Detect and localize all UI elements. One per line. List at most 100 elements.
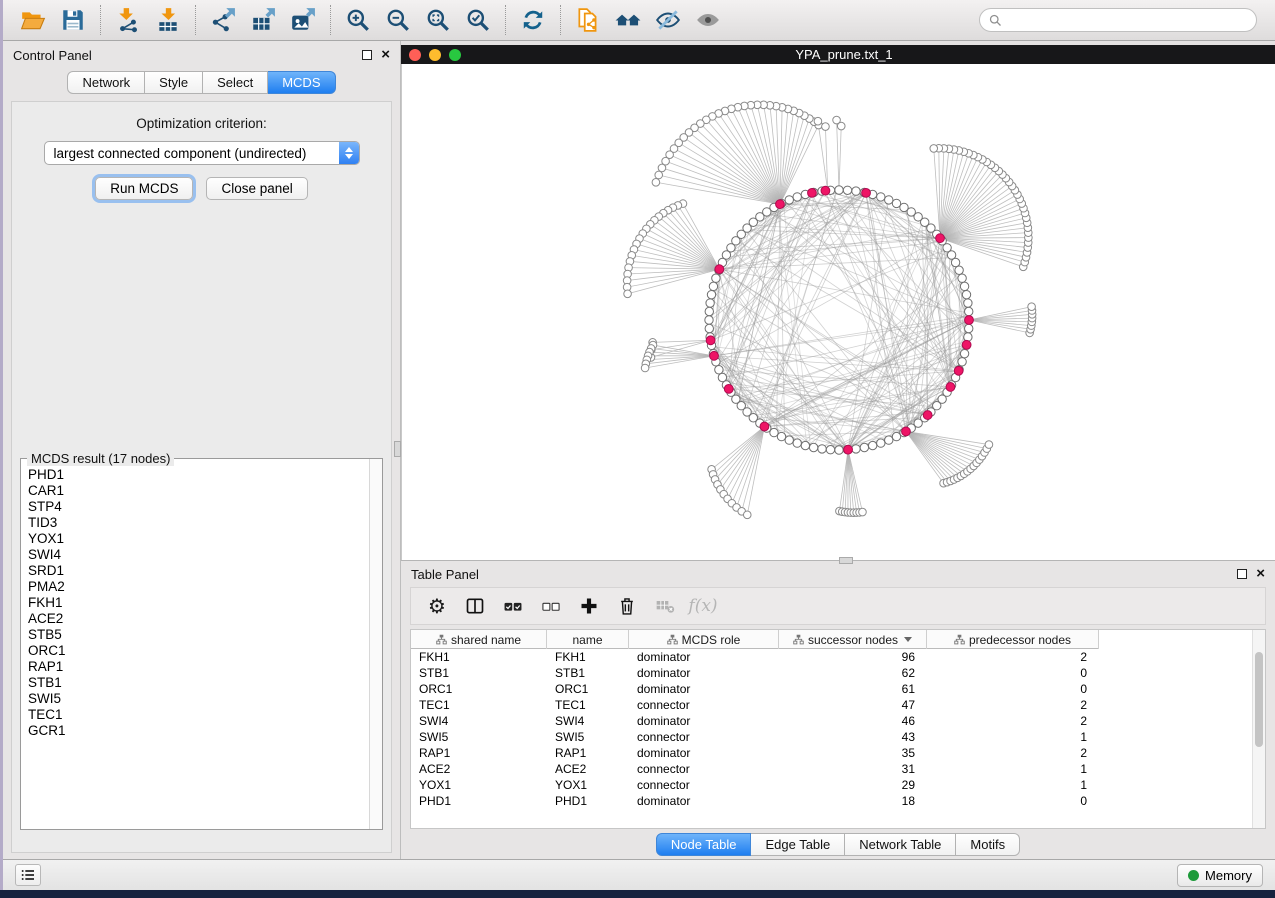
table-row[interactable]: ACE2ACE2connector311 xyxy=(411,761,1099,777)
hide-selected-button[interactable] xyxy=(648,3,688,37)
run-mcds-button[interactable]: Run MCDS xyxy=(95,177,193,200)
table-cell[interactable]: PHD1 xyxy=(547,794,629,808)
dominator-node[interactable] xyxy=(946,383,955,392)
ring-node[interactable] xyxy=(868,441,876,449)
memory-button[interactable]: Memory xyxy=(1177,864,1263,887)
table-cell[interactable]: connector xyxy=(629,730,779,744)
table-cell[interactable]: dominator xyxy=(629,682,779,696)
table-scrollbar-thumb[interactable] xyxy=(1255,652,1263,747)
table-cell[interactable]: dominator xyxy=(629,794,779,808)
network-window-titlebar[interactable]: YPA_prune.txt_1 xyxy=(401,45,1275,64)
table-row[interactable]: FKH1FKH1dominator962 xyxy=(411,649,1099,665)
table-settings-button[interactable]: ⚙ xyxy=(419,591,455,621)
mcds-result-item[interactable]: STB1 xyxy=(21,676,369,692)
column-header-successor-nodes[interactable]: successor nodes xyxy=(779,630,927,649)
table-cell[interactable]: 1 xyxy=(927,730,1099,744)
ring-node[interactable] xyxy=(835,446,843,454)
window-maximize-button[interactable] xyxy=(449,49,461,61)
ring-node[interactable] xyxy=(843,186,851,194)
ring-node[interactable] xyxy=(960,282,968,290)
search-input[interactable] xyxy=(1008,13,1248,28)
ring-node[interactable] xyxy=(707,290,715,298)
ring-node[interactable] xyxy=(958,274,966,282)
refresh-button[interactable] xyxy=(513,3,553,37)
table-cell[interactable]: connector xyxy=(629,762,779,776)
table-cell[interactable]: RAP1 xyxy=(547,746,629,760)
table-cell[interactable]: SWI4 xyxy=(411,714,547,728)
close-panel-button[interactable]: Close panel xyxy=(206,177,307,200)
dominator-node[interactable] xyxy=(724,384,733,393)
tab-network[interactable]: Network xyxy=(67,71,145,94)
mcds-result-item[interactable]: TID3 xyxy=(21,516,369,532)
ring-node[interactable] xyxy=(706,299,714,307)
dominator-node[interactable] xyxy=(706,336,715,345)
first-neighbors-button[interactable] xyxy=(608,3,648,37)
dominator-node[interactable] xyxy=(954,366,963,375)
dominator-node[interactable] xyxy=(844,445,853,454)
ring-node[interactable] xyxy=(885,196,893,204)
leaf-node[interactable] xyxy=(652,178,660,186)
leaf-node[interactable] xyxy=(814,117,822,125)
ring-node[interactable] xyxy=(960,349,968,357)
mcds-result-list[interactable]: PHD1CAR1STP4TID3YOX1SWI4SRD1PMA2FKH1ACE2… xyxy=(21,459,369,829)
ring-node[interactable] xyxy=(705,316,713,324)
ring-node[interactable] xyxy=(852,445,860,453)
table-cell[interactable]: 1 xyxy=(927,762,1099,776)
show-all-button[interactable] xyxy=(688,3,728,37)
float-panel-icon[interactable] xyxy=(362,50,372,60)
mcds-result-item[interactable]: ACE2 xyxy=(21,612,369,628)
table-cell[interactable]: connector xyxy=(629,698,779,712)
mcds-result-item[interactable]: STB5 xyxy=(21,628,369,644)
leaf-node[interactable] xyxy=(833,116,841,124)
ring-node[interactable] xyxy=(709,282,717,290)
dominator-node[interactable] xyxy=(760,422,769,431)
ring-node[interactable] xyxy=(793,193,801,201)
table-cell[interactable]: STB1 xyxy=(547,666,629,680)
open-session-button[interactable] xyxy=(13,3,53,37)
table-cell[interactable]: 0 xyxy=(927,682,1099,696)
column-header-predecessor-nodes[interactable]: predecessor nodes xyxy=(927,630,1099,649)
table-cell[interactable]: 0 xyxy=(927,794,1099,808)
window-close-button[interactable] xyxy=(409,49,421,61)
mcds-result-item[interactable]: SWI5 xyxy=(21,692,369,708)
dominator-node[interactable] xyxy=(715,265,724,274)
table-cell[interactable]: connector xyxy=(629,778,779,792)
ring-node[interactable] xyxy=(809,443,817,451)
ring-node[interactable] xyxy=(965,324,973,332)
zoom-in-button[interactable] xyxy=(338,3,378,37)
dominator-node[interactable] xyxy=(923,411,932,420)
leaf-node[interactable] xyxy=(743,511,751,519)
table-cell[interactable]: 1 xyxy=(927,778,1099,792)
leaf-node[interactable] xyxy=(624,290,632,298)
mcds-result-item[interactable]: PHD1 xyxy=(21,468,369,484)
delete-columns-button[interactable] xyxy=(609,591,645,621)
table-cell[interactable]: PHD1 xyxy=(411,794,547,808)
tab-style[interactable]: Style xyxy=(145,71,203,94)
create-column-button[interactable] xyxy=(571,591,607,621)
dominator-node[interactable] xyxy=(821,186,830,195)
dominator-node[interactable] xyxy=(965,316,974,325)
table-row[interactable]: PHD1PHD1dominator180 xyxy=(411,793,1099,809)
table-cell[interactable]: dominator xyxy=(629,650,779,664)
table-cell[interactable]: 2 xyxy=(927,698,1099,712)
leaf-node[interactable] xyxy=(658,164,666,172)
ring-node[interactable] xyxy=(965,307,973,315)
dominator-node[interactable] xyxy=(808,188,817,197)
column-header-shared-name[interactable]: shared name xyxy=(411,630,547,649)
table-row[interactable]: SWI5SWI5connector431 xyxy=(411,729,1099,745)
ring-node[interactable] xyxy=(705,307,713,315)
ring-node[interactable] xyxy=(801,441,809,449)
save-session-button[interactable] xyxy=(53,3,93,37)
table-cell[interactable]: ORC1 xyxy=(547,682,629,696)
tab-motifs[interactable]: Motifs xyxy=(956,833,1020,856)
column-header-name[interactable]: name xyxy=(547,630,629,649)
table-cell[interactable]: ACE2 xyxy=(411,762,547,776)
ring-node[interactable] xyxy=(826,446,834,454)
mcds-result-item[interactable]: PMA2 xyxy=(21,580,369,596)
table-cell[interactable]: 96 xyxy=(779,650,927,664)
window-minimize-button[interactable] xyxy=(429,49,441,61)
table-row[interactable]: RAP1RAP1dominator352 xyxy=(411,745,1099,761)
ring-node[interactable] xyxy=(962,290,970,298)
ring-node[interactable] xyxy=(793,439,801,447)
ring-node[interactable] xyxy=(964,299,972,307)
